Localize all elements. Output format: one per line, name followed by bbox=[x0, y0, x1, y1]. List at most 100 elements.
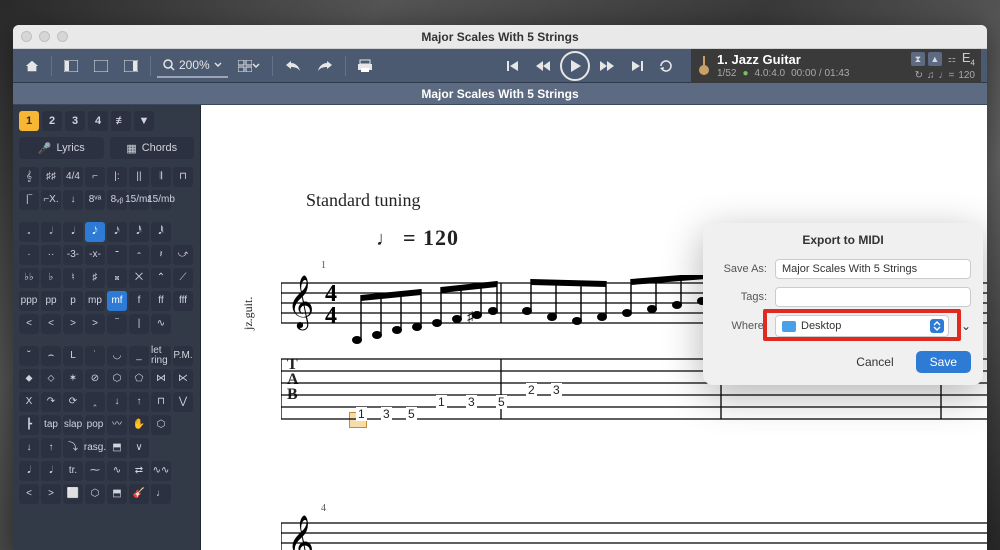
palette-cell[interactable]: 15/mb bbox=[151, 190, 171, 210]
palette-cell[interactable]: rasg. bbox=[85, 438, 105, 458]
palette-cell[interactable]: ♯♯ bbox=[41, 167, 61, 187]
countdown-icon[interactable]: ⧗ bbox=[911, 52, 925, 66]
metronome-icon[interactable]: ▲ bbox=[928, 52, 942, 66]
palette-cell[interactable]: X bbox=[19, 392, 39, 412]
palette-cell[interactable]: ∿∿ bbox=[151, 461, 171, 481]
redo-button[interactable] bbox=[311, 54, 339, 78]
multivoice-icon[interactable]: ≢ bbox=[111, 111, 131, 131]
tuner-icon[interactable]: ⚏ bbox=[945, 52, 959, 66]
palette-cell[interactable]: ◡ bbox=[107, 346, 127, 366]
palette-cell[interactable]: ⬒ bbox=[107, 484, 127, 504]
palette-cell[interactable]: ↓ bbox=[107, 392, 127, 412]
palette-cell[interactable]: 𝅘𝅥𝅮 bbox=[85, 222, 105, 242]
palette-cell[interactable]: || bbox=[129, 167, 149, 187]
palette-cell[interactable]: ⊓ bbox=[173, 167, 193, 187]
palette-cell[interactable]: 𝄽 bbox=[151, 245, 171, 265]
palette-cell[interactable]: 𝅘𝅥 bbox=[19, 461, 39, 481]
lyrics-button[interactable]: 🎤 Lyrics bbox=[19, 137, 104, 159]
palette-cell[interactable]: 4/4 bbox=[63, 167, 83, 187]
palette-cell[interactable]: mf bbox=[107, 291, 127, 311]
palette-cell[interactable]: ‾ bbox=[107, 314, 127, 334]
zoom-dropdown[interactable]: 200% bbox=[157, 54, 228, 78]
palette-cell[interactable]: ♭ bbox=[41, 268, 61, 288]
palette-cell[interactable]: ⬠ bbox=[129, 369, 149, 389]
palette-cell[interactable]: 𝄼 bbox=[129, 245, 149, 265]
tune-icon[interactable]: ♫ bbox=[927, 70, 935, 81]
palette-cell[interactable]: ⬡ bbox=[85, 484, 105, 504]
tab-fret[interactable]: 5 bbox=[406, 407, 417, 421]
palette-cell[interactable]: 〰 bbox=[107, 415, 127, 435]
tab-fret[interactable]: 3 bbox=[381, 407, 392, 421]
palette-cell[interactable]: L bbox=[63, 346, 83, 366]
palette-cell[interactable]: pop bbox=[85, 415, 105, 435]
palette-cell[interactable]: 𝄻 bbox=[107, 245, 127, 265]
palette-cell[interactable]: p bbox=[63, 291, 83, 311]
palette-cell[interactable]: 𝅘𝅥 bbox=[41, 461, 61, 481]
loop-button[interactable] bbox=[653, 54, 679, 78]
voice-1[interactable]: 1 bbox=[19, 111, 39, 131]
palette-cell[interactable]: ⬒ bbox=[107, 438, 127, 458]
palette-cell[interactable]: ⋈ bbox=[151, 369, 171, 389]
save-button[interactable]: Save bbox=[916, 351, 971, 373]
fast-forward-button[interactable] bbox=[593, 54, 621, 78]
palette-cell[interactable]: < bbox=[41, 314, 61, 334]
palette-cell[interactable]: 𝄞 bbox=[19, 167, 39, 187]
palette-cell[interactable]: ⟳ bbox=[63, 392, 83, 412]
palette-cell[interactable]: -x- bbox=[85, 245, 105, 265]
palette-cell[interactable]: ↓ bbox=[19, 438, 39, 458]
palette-cell[interactable]: ⤻ bbox=[173, 245, 193, 265]
palette-cell[interactable]: tr. bbox=[63, 461, 83, 481]
palette-cell[interactable]: ppp bbox=[19, 291, 39, 311]
go-end-button[interactable] bbox=[624, 54, 650, 78]
palette-cell[interactable]: ‸ bbox=[85, 392, 105, 412]
palette-cell[interactable]: mp bbox=[85, 291, 105, 311]
voice-2[interactable]: 2 bbox=[42, 111, 62, 131]
palette-cell[interactable]: f bbox=[129, 291, 149, 311]
palette-cell[interactable]: > bbox=[63, 314, 83, 334]
palette-cell[interactable]: ↓ bbox=[63, 190, 83, 210]
voice-4[interactable]: 4 bbox=[88, 111, 108, 131]
design-mode-icon[interactable]: ▼ bbox=[134, 111, 154, 131]
palette-cell[interactable]: ↑ bbox=[41, 438, 61, 458]
palette-cell[interactable]: ⋉ bbox=[173, 369, 193, 389]
palette-cell[interactable]: 𝅘𝅥𝅱 bbox=[151, 222, 171, 242]
palette-cell[interactable]: P.M. bbox=[173, 346, 193, 366]
palette-cell[interactable]: ·· bbox=[41, 245, 61, 265]
palette-cell[interactable]: fff bbox=[173, 291, 193, 311]
palette-cell[interactable]: 𝄪 bbox=[107, 268, 127, 288]
palette-cell[interactable]: ⌐ bbox=[85, 167, 105, 187]
palette-cell[interactable]: ⇄ bbox=[129, 461, 149, 481]
palette-cell[interactable]: ⬥ bbox=[19, 369, 39, 389]
palette-cell[interactable]: ✋ bbox=[129, 415, 149, 435]
palette-cell[interactable]: 𝅗𝅥 bbox=[41, 222, 61, 242]
palette-cell[interactable]: 𝅘𝅥𝅯 bbox=[107, 222, 127, 242]
palette-cell[interactable]: ⁓ bbox=[85, 461, 105, 481]
track-info[interactable]: 1. Jazz Guitar 1/52 ● 4.0:4.0 00:00 / 01… bbox=[691, 49, 981, 83]
panel-toggle[interactable] bbox=[232, 54, 266, 78]
palette-cell[interactable]: ♮ bbox=[63, 268, 83, 288]
print-button[interactable] bbox=[352, 54, 378, 78]
tab-fret[interactable]: 3 bbox=[466, 395, 477, 409]
tab-fret[interactable]: 1 bbox=[356, 407, 367, 421]
palette-cell[interactable]: ∿ bbox=[151, 314, 171, 334]
palette-cell[interactable]: ↑ bbox=[129, 392, 149, 412]
palette-cell[interactable]: > bbox=[41, 484, 61, 504]
palette-cell[interactable]: 𝅘𝅥𝅰 bbox=[129, 222, 149, 242]
palette-cell[interactable]: < bbox=[19, 484, 39, 504]
tags-field[interactable] bbox=[775, 287, 971, 307]
play-button[interactable] bbox=[560, 51, 590, 81]
palette-cell[interactable]: ⬡ bbox=[151, 415, 171, 435]
palette-cell[interactable]: 𝅘𝅥 bbox=[63, 222, 83, 242]
cancel-button[interactable]: Cancel bbox=[842, 351, 907, 373]
palette-cell[interactable]: ♯ bbox=[85, 268, 105, 288]
palette-cell[interactable]: tap bbox=[41, 415, 61, 435]
palette-cell[interactable]: ┣ bbox=[19, 415, 39, 435]
palette-cell[interactable]: ⊓ bbox=[151, 392, 171, 412]
palette-cell[interactable]: > bbox=[85, 314, 105, 334]
palette-cell[interactable]: < bbox=[19, 314, 39, 334]
palette-cell[interactable]: ⬦ bbox=[41, 369, 61, 389]
palette-cell[interactable]: ⌐X. bbox=[41, 190, 61, 210]
voice-3[interactable]: 3 bbox=[65, 111, 85, 131]
repeat-icon[interactable]: ↻ bbox=[915, 70, 923, 81]
page-layout-2[interactable] bbox=[88, 54, 114, 78]
